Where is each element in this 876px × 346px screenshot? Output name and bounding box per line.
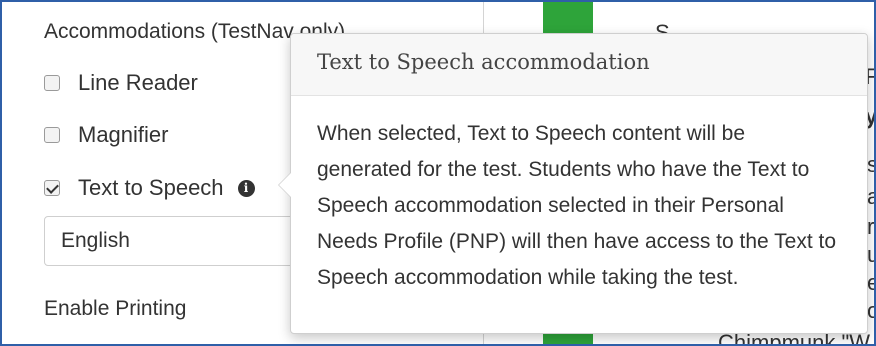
background-text: e bbox=[867, 270, 874, 296]
background-text: s bbox=[867, 152, 874, 178]
line-reader-option[interactable]: Line Reader bbox=[44, 68, 198, 98]
enable-printing-label: Enable Printing bbox=[44, 297, 187, 320]
line-reader-label: Line Reader bbox=[78, 70, 198, 95]
screenshot-frame: Accommodations (TestNav only) Line Reade… bbox=[0, 0, 876, 346]
text-to-speech-checkbox[interactable] bbox=[44, 180, 60, 196]
text-to-speech-label: Text to Speech bbox=[78, 175, 224, 200]
magnifier-label: Magnifier bbox=[78, 122, 169, 147]
popover-body: When selected, Text to Speech content wi… bbox=[317, 122, 837, 289]
background-text: r bbox=[867, 214, 875, 239]
background-text: o bbox=[867, 298, 874, 324]
background-text: u bbox=[867, 242, 874, 268]
background-text: a bbox=[867, 184, 874, 210]
line-reader-checkbox[interactable] bbox=[44, 75, 60, 91]
magnifier-checkbox[interactable] bbox=[44, 127, 60, 143]
language-select-value: English bbox=[61, 229, 130, 252]
text-to-speech-option[interactable]: Text to Speech i bbox=[44, 173, 255, 203]
popover-arrow-fill bbox=[279, 173, 291, 197]
tooltip-popover: Text to Speech accommodation When select… bbox=[278, 33, 868, 334]
info-icon[interactable]: i bbox=[237, 179, 255, 197]
magnifier-option[interactable]: Magnifier bbox=[44, 120, 168, 150]
popover-title: Text to Speech accommodation bbox=[291, 34, 867, 96]
